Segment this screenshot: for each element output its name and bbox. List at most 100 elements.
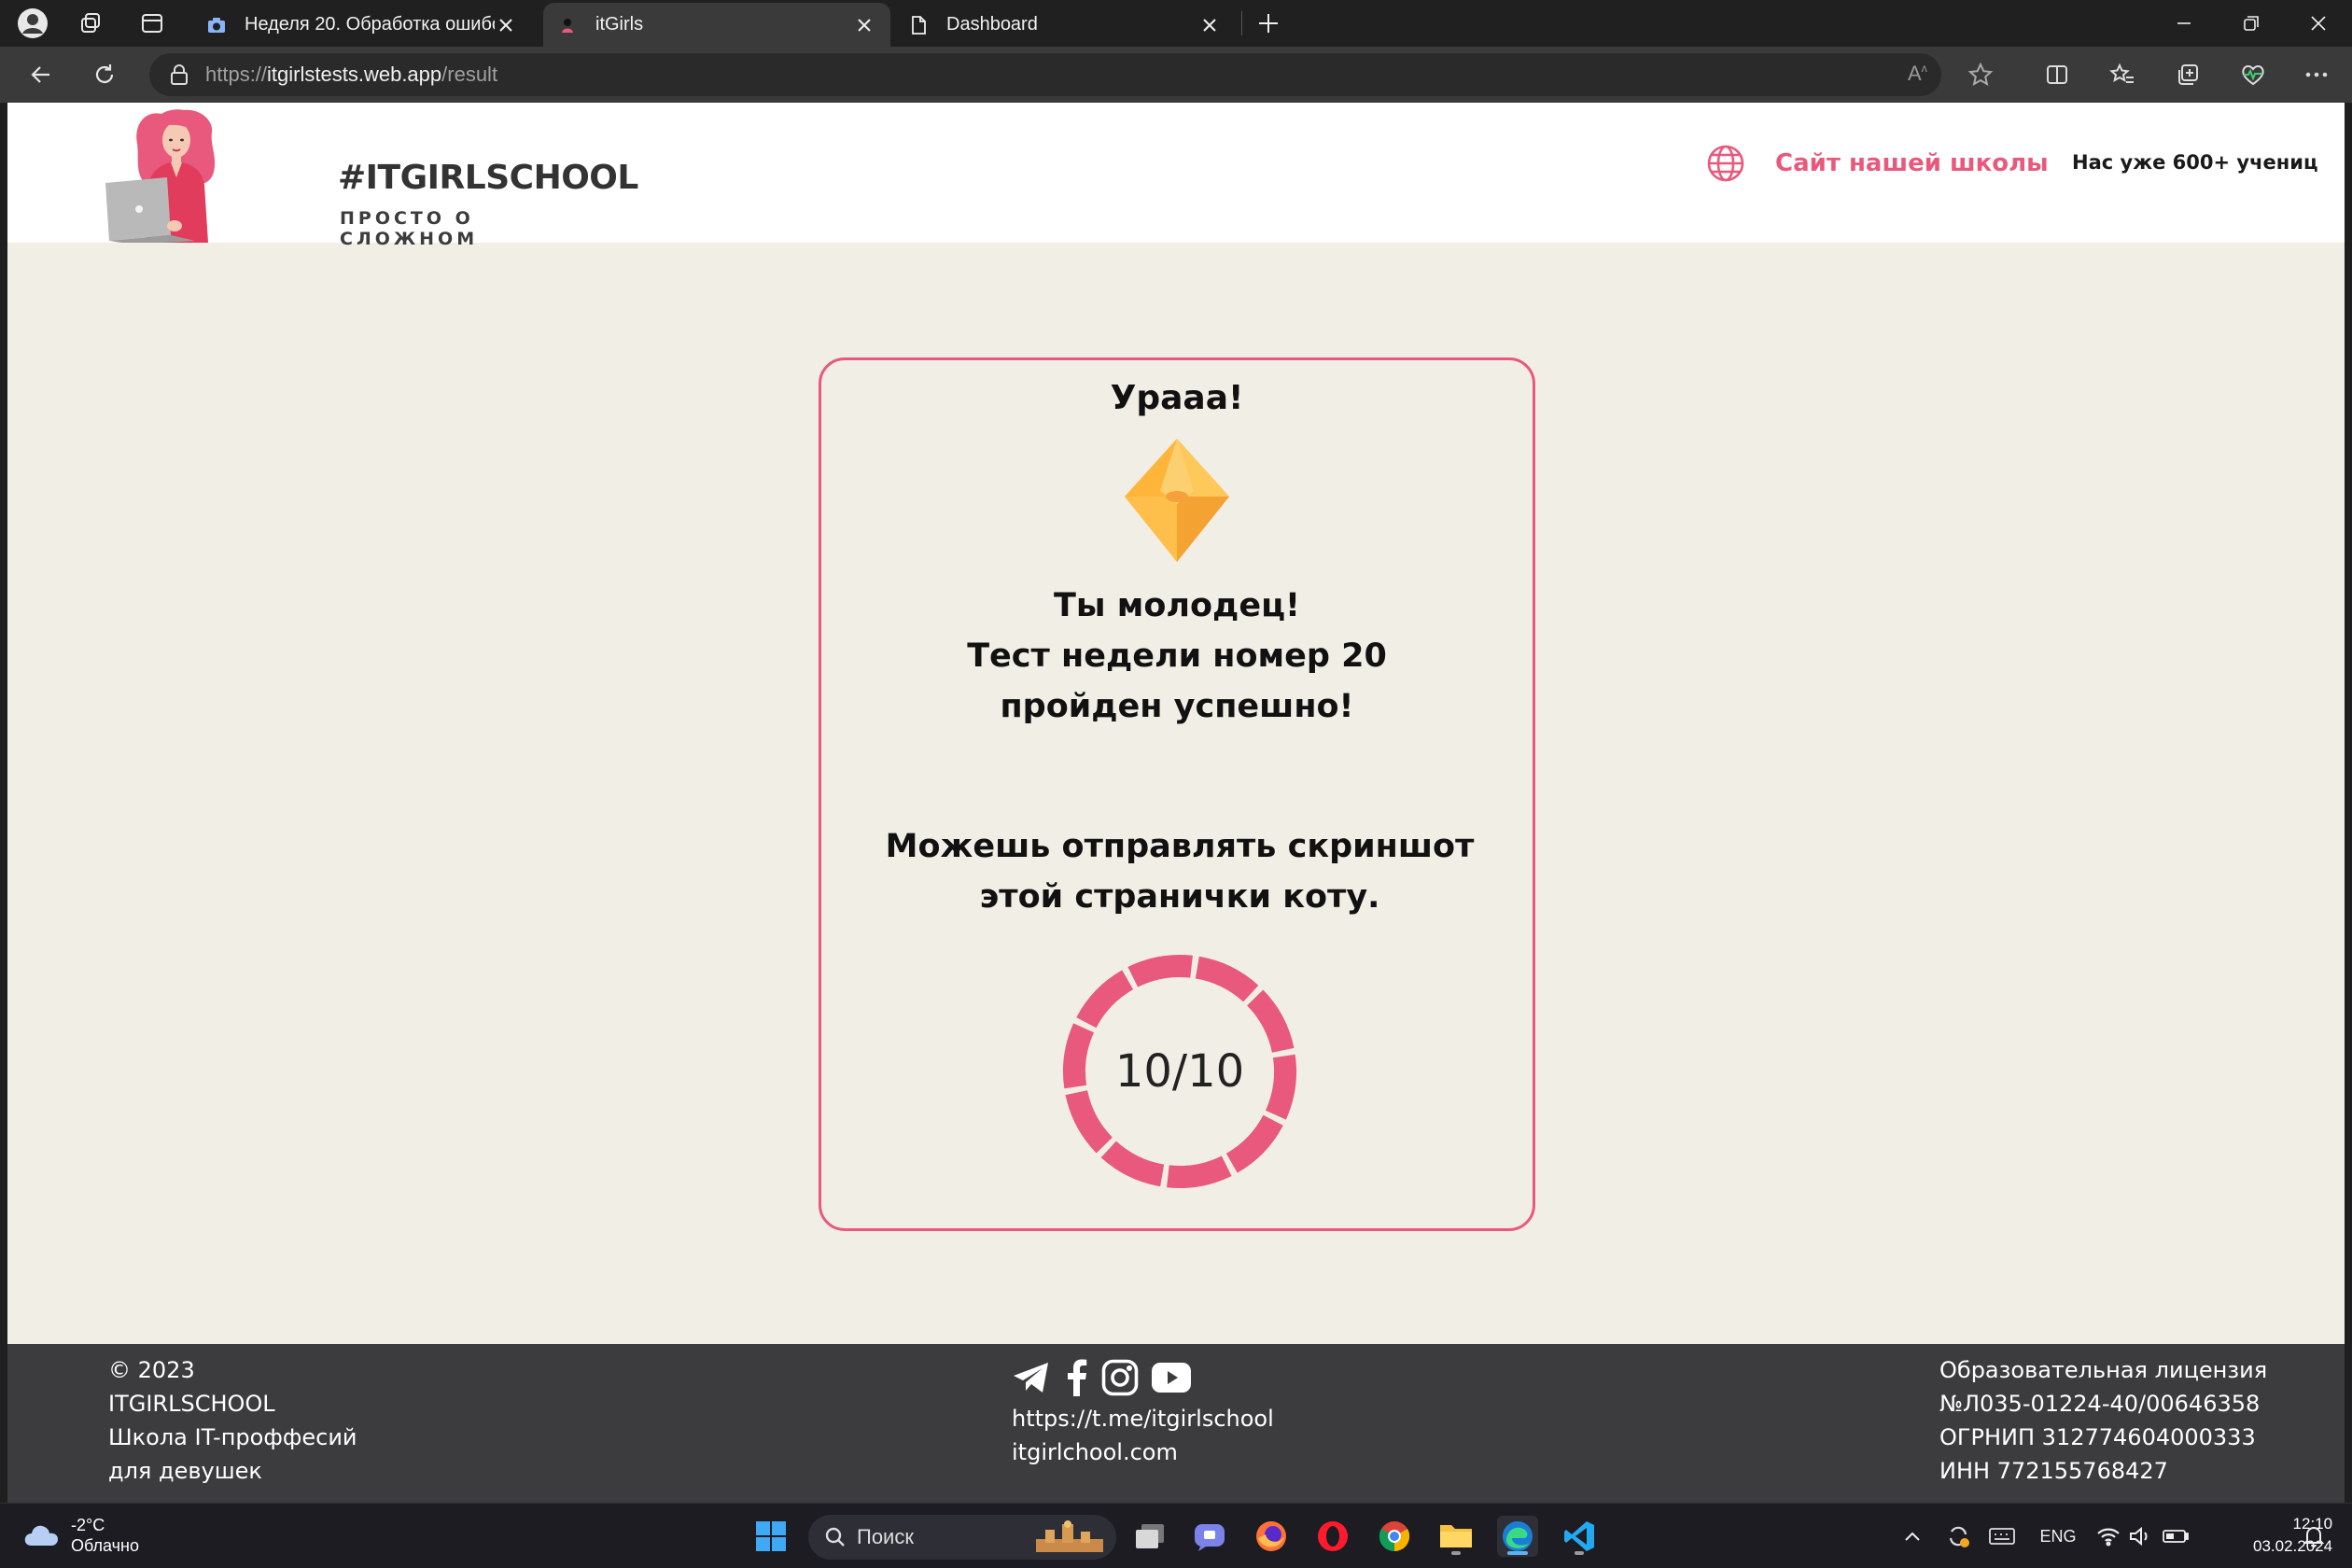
tab-title: itGirls [595, 14, 644, 35]
url-protocol: https:// [205, 63, 268, 86]
site-header: #ITGIRLSCHOOL ПРОСТО О СЛОЖНОМ Сайт наше… [7, 103, 2345, 249]
reload-icon[interactable] [86, 56, 123, 93]
license-number: №Л035-01224-40/00646358 [1939, 1391, 2261, 1417]
footer-tagline-1: Школа IT-проффесий [108, 1424, 357, 1450]
profile-icon[interactable] [15, 7, 50, 39]
cloud-icon [24, 1525, 58, 1546]
start-button[interactable] [750, 1516, 791, 1557]
search-highlight-image [1036, 1520, 1103, 1552]
page-viewport: #ITGIRLSCHOOL ПРОСТО О СЛОЖНОМ Сайт наше… [7, 103, 2345, 1344]
praise-line-1: Ты молодец! [1054, 587, 1300, 624]
teams-chat-icon[interactable] [1189, 1516, 1230, 1557]
itgirls-favicon [558, 16, 577, 35]
tab-title: Dashboard [946, 14, 1038, 35]
address-bar[interactable]: https://itgirlstests.web.app/result Aʌ [149, 53, 1994, 96]
opera-icon[interactable] [1312, 1516, 1353, 1557]
ogrnip: ОГРНИП 312774604000333 [1939, 1424, 2256, 1450]
footer-brand: ITGIRLSCHOOL [108, 1391, 275, 1417]
search-icon [825, 1527, 845, 1547]
footer-left: © 2023 ITGIRLSCHOOL Школа IT-проффесий д… [108, 1353, 357, 1488]
instagram-icon[interactable] [1101, 1359, 1139, 1396]
weather-temp: -2°C [71, 1516, 105, 1534]
minimize-icon[interactable] [2150, 0, 2218, 47]
praise-line-2: Тест недели номер 20 пройден успешно! [967, 637, 1387, 725]
search-placeholder: Поиск [857, 1525, 914, 1548]
facebook-icon[interactable] [1064, 1359, 1088, 1396]
tab-week20[interactable]: Неделя 20. Обработка ошибок [192, 3, 532, 47]
browser-essentials-icon[interactable] [2234, 56, 2272, 93]
back-icon[interactable] [22, 56, 60, 93]
license-title: Образовательная лицензия [1939, 1357, 2268, 1383]
weather-widget[interactable]: -2°C Облачно [22, 1515, 139, 1556]
site-logo[interactable]: #ITGIRLSCHOOL ПРОСТО О СЛОЖНОМ [101, 103, 638, 249]
file-explorer-icon[interactable] [1435, 1516, 1477, 1557]
running-indicator [1451, 1551, 1461, 1555]
tab-divider [1241, 11, 1242, 35]
lock-icon[interactable] [170, 63, 189, 86]
score-value: 10/10 [1114, 1045, 1245, 1098]
task-view-icon[interactable] [1129, 1516, 1170, 1557]
edge-icon[interactable] [1497, 1516, 1538, 1557]
tab-title: Неделя 20. Обработка ошибок [245, 14, 495, 35]
notifications-icon[interactable] [2300, 1520, 2328, 1552]
read-aloud-icon[interactable]: Aʌ [1908, 62, 1927, 86]
running-indicator [1507, 1551, 1528, 1555]
camera-icon [207, 16, 226, 35]
score-ring: 10/10 [1057, 948, 1303, 1195]
volume-icon[interactable] [2126, 1520, 2154, 1552]
close-tab-icon[interactable] [495, 14, 517, 36]
vscode-icon[interactable] [1559, 1516, 1600, 1557]
inn: ИНН 772155768427 [1939, 1458, 2168, 1484]
youtube-icon[interactable] [1152, 1363, 1191, 1393]
language-indicator[interactable]: ENG [2035, 1520, 2081, 1552]
diamond-gem-icon [1125, 439, 1229, 562]
workspaces-icon[interactable] [73, 7, 108, 39]
show-hidden-icons[interactable] [1898, 1520, 1926, 1552]
social-links [1012, 1357, 1274, 1398]
tab-actions-icon[interactable] [134, 7, 170, 39]
wifi-icon[interactable] [2094, 1520, 2122, 1552]
telegram-link[interactable]: https://t.me/itgirlschool [1012, 1402, 1274, 1435]
site-footer: © 2023 ITGIRLSCHOOL Школа IT-проффесий д… [7, 1344, 2345, 1503]
browser-tab-bar: Неделя 20. Обработка ошибок itGirls Dash… [0, 0, 2352, 47]
telegram-icon[interactable] [1012, 1361, 1051, 1394]
tab-dashboard[interactable]: Dashboard [894, 3, 1236, 47]
taskbar-search[interactable]: Поиск [808, 1515, 1116, 1560]
favorite-star-icon[interactable] [1967, 62, 1994, 88]
page-icon [909, 15, 928, 35]
split-screen-icon[interactable] [2038, 56, 2076, 93]
screenshot-message: Можешь отправлять скриншот этой страничк… [885, 828, 1475, 916]
logo-girl-illustration [105, 109, 216, 243]
tab-itgirls[interactable]: itGirls [543, 3, 890, 47]
website-link[interactable]: itgirlchool.com [1012, 1435, 1274, 1469]
more-options-icon[interactable] [2298, 56, 2335, 93]
running-indicator [1575, 1551, 1584, 1555]
close-window-icon[interactable] [2285, 0, 2352, 47]
footer-copyright: © 2023 [108, 1357, 195, 1383]
firefox-icon[interactable] [1251, 1516, 1292, 1557]
close-tab-icon[interactable] [1198, 14, 1221, 36]
restore-icon[interactable] [2218, 0, 2285, 47]
footer-tagline-2: для девушек [108, 1458, 262, 1484]
school-site-link[interactable]: Сайт нашей школы [1706, 144, 2049, 183]
logo-title: #ITGIRLSCHOOL [338, 159, 638, 197]
keyboard-icon[interactable] [1986, 1520, 2018, 1552]
collections-icon[interactable] [2169, 56, 2206, 93]
favorites-icon[interactable] [2104, 56, 2141, 93]
hooray-heading: Урааа! [1110, 379, 1244, 417]
weather-desc: Облачно [71, 1536, 139, 1555]
browser-toolbar: https://itgirlstests.web.app/result Aʌ [0, 47, 2352, 103]
battery-icon[interactable] [2160, 1520, 2191, 1552]
footer-right: Образовательная лицензия №Л035-01224-40/… [1939, 1353, 2267, 1488]
new-tab-icon[interactable] [1251, 7, 1286, 39]
windows-taskbar: -2°C Облачно Поиск ENG 12:10 03.02.2024 [0, 1503, 2352, 1568]
school-link-label: Сайт нашей школы [1775, 149, 2049, 177]
url-host: itgirlstests.web.app [267, 63, 442, 86]
windows-logo-icon [756, 1521, 786, 1551]
footer-middle: https://t.me/itgirlschool itgirlchool.co… [1012, 1357, 1274, 1469]
globe-icon [1707, 145, 1744, 182]
sync-icon[interactable] [1943, 1520, 1973, 1552]
chrome-icon[interactable] [1374, 1516, 1415, 1557]
close-tab-icon[interactable] [853, 14, 875, 36]
url-path: /result [441, 63, 498, 86]
